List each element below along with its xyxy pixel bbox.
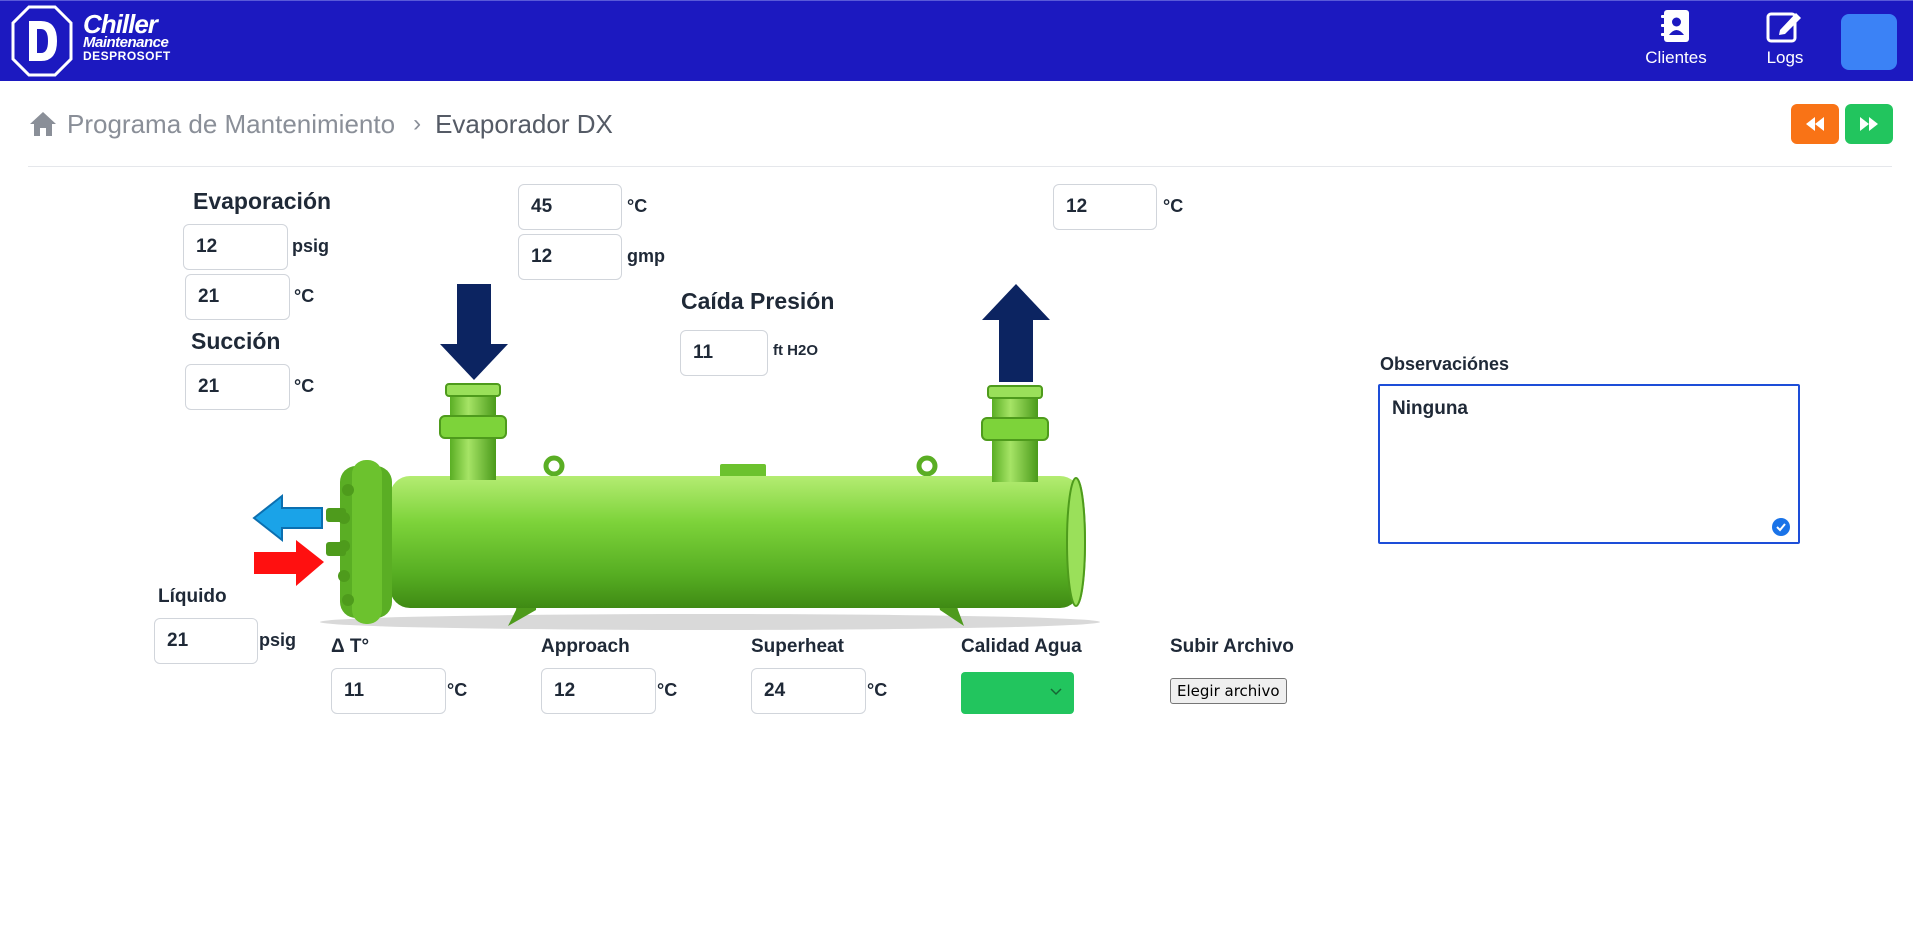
address-book-icon	[1661, 10, 1689, 42]
choose-file-button[interactable]: Elegir archivo	[1170, 678, 1287, 704]
evaporacion-title: Evaporación	[193, 188, 332, 214]
succion-temp-input[interactable]	[185, 364, 290, 410]
top-navbar: Chiller Maintenance DESPROSOFT Clientes …	[0, 0, 1913, 81]
refrigerant-inlet-arrow-icon	[254, 540, 324, 586]
subir-archivo-title: Subir Archivo	[1170, 636, 1294, 657]
caida-presion-unit: ft H2O	[773, 342, 818, 359]
water-outlet-arrow-icon	[982, 284, 1050, 382]
evaporacion-pressure-unit: psig	[292, 236, 330, 256]
superheat-title: Superheat	[751, 636, 844, 657]
nav-clientes-label: Clientes	[1645, 48, 1707, 67]
water-outlet-temp-input[interactable]	[1053, 184, 1157, 230]
evaporator-diagram	[252, 284, 1100, 630]
breadcrumb-home-link[interactable]: Programa de Mantenimiento	[67, 109, 395, 140]
chevron-right-icon: ›	[413, 110, 422, 137]
approach-input[interactable]	[541, 668, 656, 714]
succion-temp-unit: °C	[294, 376, 315, 396]
delta-t-input[interactable]	[331, 668, 446, 714]
calidad-agua-title: Calidad Agua	[961, 636, 1082, 657]
observaciones-title: Observaciónes	[1380, 354, 1510, 374]
delta-t-title: Δ T°	[331, 636, 370, 657]
observaciones-textarea[interactable]: Ninguna	[1378, 384, 1800, 544]
grammar-check-icon[interactable]	[1772, 518, 1790, 536]
liquido-pressure-input[interactable]	[154, 618, 258, 664]
app-logo[interactable]: Chiller Maintenance DESPROSOFT	[11, 5, 181, 79]
nav-clientes[interactable]: Clientes	[1636, 9, 1716, 68]
logo-text: Chiller Maintenance DESPROSOFT	[83, 9, 171, 63]
breadcrumb: Programa de Mantenimiento › Evaporador D…	[29, 106, 613, 142]
water-flow-input[interactable]	[518, 234, 622, 280]
caida-presion-title: Caída Presión	[681, 288, 835, 314]
water-inlet-arrow-icon	[440, 284, 508, 380]
water-inlet-temp-unit: °C	[627, 196, 648, 216]
breadcrumb-current: Evaporador DX	[435, 108, 613, 139]
header-divider	[28, 166, 1892, 167]
superheat-unit: °C	[867, 680, 888, 700]
caida-presion-input[interactable]	[680, 330, 768, 376]
evaporacion-pressure-input[interactable]	[183, 224, 288, 270]
water-outlet-temp-unit: °C	[1163, 196, 1184, 216]
calidad-agua-select[interactable]	[961, 672, 1074, 714]
rewind-icon	[1806, 117, 1824, 131]
logo-line2: Maintenance	[83, 34, 169, 51]
liquido-pressure-unit: psig	[259, 630, 297, 650]
logo-line1: Chiller	[83, 9, 158, 39]
next-button[interactable]	[1845, 104, 1893, 144]
approach-title: Approach	[541, 636, 630, 657]
approach-unit: °C	[657, 680, 678, 700]
superheat-input[interactable]	[751, 668, 866, 714]
edit-icon	[1766, 12, 1801, 43]
previous-button[interactable]	[1791, 104, 1839, 144]
logo-line3: DESPROSOFT	[83, 49, 171, 63]
evaporacion-temp-unit: °C	[294, 286, 315, 306]
refrigerant-outlet-arrow-icon	[252, 493, 323, 543]
nav-logs[interactable]: Logs	[1745, 9, 1825, 68]
chevron-down-icon	[1050, 688, 1062, 696]
evaporacion-temp-input[interactable]	[185, 274, 290, 320]
user-avatar[interactable]	[1841, 14, 1897, 70]
delta-t-unit: °C	[447, 680, 468, 700]
home-icon[interactable]	[29, 111, 57, 137]
liquido-title: Líquido	[158, 586, 227, 607]
nav-logs-label: Logs	[1766, 48, 1804, 67]
logo-octagon-icon	[11, 5, 73, 77]
water-inlet-temp-input[interactable]	[518, 184, 622, 230]
fast-forward-icon	[1860, 117, 1878, 131]
succion-title: Succión	[191, 328, 281, 354]
water-flow-unit: gmp	[627, 246, 665, 266]
